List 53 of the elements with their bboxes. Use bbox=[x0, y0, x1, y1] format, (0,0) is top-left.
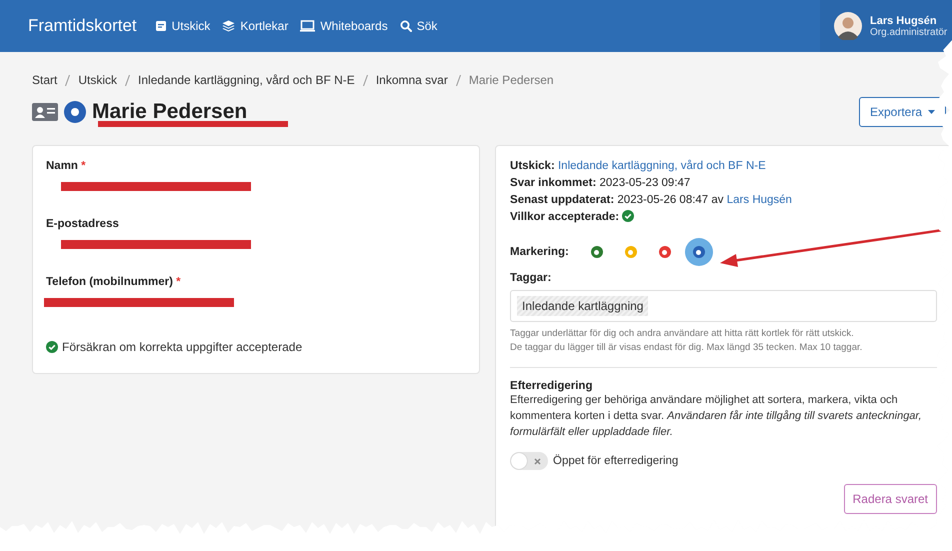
app-brand[interactable]: Framtidskortet bbox=[28, 16, 137, 36]
separator-icon bbox=[65, 74, 70, 86]
help-text: De taggar du lägger till är visas endast för dig. Max längd 35 tecken. Max 10 taggar. bbox=[510, 341, 864, 355]
caret-icon bbox=[928, 110, 935, 114]
detail-label: Villkor accepterade: bbox=[510, 211, 620, 223]
nav-link[interactable]: Whiteboards bbox=[300, 19, 388, 33]
field-label: E-postadress bbox=[46, 218, 120, 230]
delete-button[interactable]: Radera svaret bbox=[844, 484, 937, 514]
toggle-switch[interactable] bbox=[510, 452, 548, 470]
close-icon bbox=[534, 458, 542, 464]
status-ring-icon bbox=[64, 101, 86, 123]
contact-card-icon bbox=[32, 103, 58, 121]
tags-field[interactable]: Inledande kartläggning bbox=[510, 290, 937, 322]
separator-icon bbox=[456, 74, 461, 86]
nav-link[interactable]: Sök bbox=[400, 19, 438, 33]
document-icon bbox=[154, 20, 167, 32]
nav-link[interactable]: Utskick bbox=[154, 19, 210, 33]
section-title: Efterredigering bbox=[510, 380, 594, 392]
detail-label: Senast uppdaterat: bbox=[510, 194, 614, 206]
nav-link[interactable]: Kortlekar bbox=[222, 19, 288, 33]
breadcrumb-link[interactable]: Utskick bbox=[78, 73, 118, 87]
export-button[interactable]: Exportera bbox=[858, 97, 946, 127]
field-label: Namn * bbox=[46, 160, 87, 172]
field-label: Telefon (mobilnummer) * bbox=[46, 276, 182, 288]
separator-icon bbox=[362, 74, 368, 86]
confirmation-text: Försäkran om korrekta uppgifter accepterade bbox=[62, 340, 302, 354]
check-circle-icon bbox=[622, 210, 634, 222]
marking-label: Markering: bbox=[510, 246, 569, 258]
detail-value: 2023-05-26 08:47 av bbox=[617, 194, 724, 206]
section-description: Efterredigering ger behöriga användare möjlighet att sortera, markera, vikta och kommentera korten i detta svar. Användaren får inte tillgång till svarets anteckningar, formulärfält eller uppladdade filer. bbox=[510, 393, 923, 440]
avatar[interactable] bbox=[834, 12, 862, 40]
separator-icon bbox=[125, 74, 130, 86]
tags-label: Taggar: bbox=[510, 272, 552, 284]
check-circle-icon bbox=[46, 341, 58, 353]
breadcrumb-current: Marie Pedersen bbox=[468, 73, 554, 87]
detail-value: 2023-05-23 09:47 bbox=[600, 177, 690, 189]
search-icon bbox=[400, 20, 412, 32]
detail-label: Svar inkommet: bbox=[510, 177, 596, 189]
breadcrumb-link[interactable]: Inkomna svar bbox=[376, 73, 448, 87]
help-text: Taggar underlättar för dig och andra användare att hitta rätt kortlek för rätt utskick. bbox=[510, 327, 855, 341]
breadcrumb-link[interactable]: Inledande kartläggning, vård och BF N-E bbox=[138, 73, 355, 87]
user-role: Org.administratör bbox=[870, 26, 948, 38]
detail-label: Utskick: bbox=[510, 160, 555, 172]
user-name: Lars Hugsén bbox=[870, 14, 937, 26]
layers-icon bbox=[222, 20, 236, 32]
breadcrumb-link[interactable]: Start bbox=[32, 73, 58, 87]
detail-link[interactable]: Lars Hugsén bbox=[726, 194, 792, 206]
marking-option[interactable] bbox=[684, 238, 713, 266]
toggle-label: Öppet för efterredigering bbox=[553, 455, 678, 467]
tag-chip[interactable]: Inledande kartläggning bbox=[517, 296, 648, 316]
monitor-icon bbox=[300, 20, 316, 32]
page-title: Marie Pedersen bbox=[92, 100, 248, 124]
detail-link[interactable]: Inledande kartläggning, vård och BF N-E bbox=[558, 160, 766, 172]
